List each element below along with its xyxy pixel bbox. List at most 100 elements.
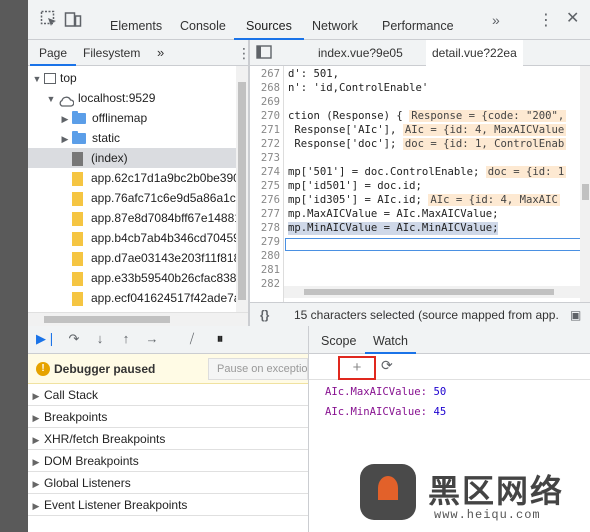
line-number[interactable]: 274 bbox=[250, 166, 280, 179]
watermark-text: 黑区网络 bbox=[428, 472, 565, 510]
deactivate-breakpoints-icon[interactable]: ⧸ bbox=[184, 331, 200, 347]
tab-elements[interactable]: Elements bbox=[98, 0, 174, 40]
step-into-icon[interactable]: ↓ bbox=[92, 331, 108, 347]
tree-item-script[interactable]: app.62c17d1a9bc2b0be390 bbox=[28, 168, 236, 188]
more-tabs-chevron-icon[interactable]: » bbox=[492, 12, 500, 28]
line-number[interactable]: 271 bbox=[250, 124, 280, 137]
line-number[interactable]: 280 bbox=[250, 250, 280, 263]
navigator-more-chevron-icon[interactable]: » bbox=[148, 40, 173, 66]
line-number[interactable]: 276 bbox=[250, 194, 280, 207]
tree-item-script[interactable]: app.e33b59540b26cfac8389 bbox=[28, 268, 236, 288]
section-global-listeners[interactable]: ▶ Global Listeners bbox=[28, 472, 308, 494]
tab-console[interactable]: Console bbox=[168, 0, 238, 40]
tree-item-label: app.87e8d7084bff67e14881 bbox=[91, 211, 236, 225]
tree-item-label: localhost:9529 bbox=[78, 91, 156, 105]
pause-on-exceptions-checkbox[interactable]: Pause on exceptions bbox=[208, 358, 308, 380]
tree-item-label: offlinemap bbox=[92, 111, 148, 125]
tree-item-static[interactable]: ▶ static bbox=[28, 128, 236, 148]
collapsed-arrow-icon: ▶ bbox=[32, 457, 40, 467]
line-number[interactable]: 282 bbox=[250, 278, 280, 291]
current-line-highlight bbox=[285, 238, 590, 251]
section-breakpoints[interactable]: ▶ Breakpoints bbox=[28, 406, 308, 428]
section-xhr-breakpoints[interactable]: ▶ XHR/fetch Breakpoints bbox=[28, 428, 308, 450]
scrollbar-thumb[interactable] bbox=[44, 316, 170, 323]
editor-vertical-scrollbar[interactable] bbox=[580, 66, 590, 302]
close-icon[interactable]: ✕ bbox=[566, 8, 579, 28]
inline-value: doc = {id: 1, ControlEnab bbox=[402, 138, 567, 150]
line-number[interactable]: 279 bbox=[250, 236, 280, 249]
tree-item-offlinemap[interactable]: ▶ offlinemap bbox=[28, 108, 236, 128]
device-toolbar-icon[interactable] bbox=[64, 10, 86, 30]
tree-item-index[interactable]: (index) bbox=[28, 148, 236, 168]
resume-icon[interactable]: ▶❘ bbox=[36, 331, 57, 347]
script-file-icon bbox=[72, 291, 83, 306]
scrollbar-thumb[interactable] bbox=[304, 289, 554, 295]
watermark-url: www.heiqu.com bbox=[434, 508, 541, 522]
watch-value: 45 bbox=[433, 406, 447, 418]
line-number[interactable]: 275 bbox=[250, 180, 280, 193]
tab-page[interactable]: Page bbox=[30, 40, 77, 66]
line-number[interactable]: 281 bbox=[250, 264, 280, 277]
collapsed-arrow-icon: ▶ bbox=[32, 391, 40, 401]
scrollbar-thumb[interactable] bbox=[238, 82, 246, 300]
line-number[interactable]: 278 bbox=[250, 222, 280, 235]
tree-item-script[interactable]: app.87e8d7084bff67e14881 bbox=[28, 208, 236, 228]
editor-horizontal-scrollbar[interactable] bbox=[284, 286, 580, 298]
tree-horizontal-scrollbar[interactable] bbox=[28, 312, 248, 326]
inspect-element-icon[interactable] bbox=[40, 10, 62, 30]
section-call-stack[interactable]: ▶ Call Stack bbox=[28, 384, 308, 406]
pause-on-exceptions-icon[interactable]: ⏸ bbox=[212, 331, 228, 347]
inline-value: Response = {code: "200", bbox=[409, 110, 567, 122]
tree-item-localhost[interactable]: ▼ localhost:9529 bbox=[28, 88, 236, 108]
line-number[interactable]: 277 bbox=[250, 208, 280, 221]
line-number-gutter[interactable]: 267 268 269 270 271 272 273 274 275 276 … bbox=[250, 66, 284, 302]
code-line: mp.MaxAICValue = AIc.MaxAICValue; bbox=[288, 208, 498, 221]
section-dom-breakpoints[interactable]: ▶ DOM Breakpoints bbox=[28, 450, 308, 472]
tree-vertical-scrollbar[interactable] bbox=[236, 66, 248, 312]
left-strip bbox=[0, 0, 28, 532]
line-number[interactable]: 270 bbox=[250, 110, 280, 123]
section-label: Event Listener Breakpoints bbox=[44, 498, 188, 512]
paused-label: Debugger paused bbox=[54, 362, 156, 376]
tab-network[interactable]: Network bbox=[300, 0, 370, 40]
add-watch-expression-button[interactable]: + bbox=[338, 356, 376, 380]
editor-tab-detail[interactable]: detail.vue?22ea bbox=[426, 40, 523, 66]
tree-item-script[interactable]: app.d7ae03143e203f11f818 bbox=[28, 248, 236, 268]
code-line-selected: mp.MinAICValue = AIc.MinAICValue; bbox=[288, 222, 499, 235]
code-editor[interactable]: 267 268 269 270 271 272 273 274 275 276 … bbox=[250, 66, 590, 302]
line-number[interactable]: 272 bbox=[250, 138, 280, 151]
watch-expression[interactable]: AIc.MaxAICValue: 50 bbox=[325, 386, 446, 398]
coverage-icon[interactable]: ▣ bbox=[570, 303, 581, 327]
pretty-print-button[interactable]: {} bbox=[260, 303, 269, 327]
line-number[interactable]: 267 bbox=[250, 68, 280, 81]
tab-filesystem[interactable]: Filesystem bbox=[74, 40, 149, 66]
tab-watch[interactable]: Watch bbox=[365, 326, 416, 354]
tree-item-label: app.b4cb7ab4b346cd70459 bbox=[91, 231, 236, 245]
tree-item-script[interactable]: app.76afc71c6e9d5a86a1cb bbox=[28, 188, 236, 208]
section-label: Breakpoints bbox=[44, 410, 108, 424]
line-number[interactable]: 268 bbox=[250, 82, 280, 95]
inline-value: AIc = {id: 4, MaxAIC bbox=[428, 194, 560, 206]
tab-sources[interactable]: Sources bbox=[234, 0, 304, 40]
editor-tab-index[interactable]: index.vue?9e05 bbox=[312, 40, 409, 66]
watch-expression[interactable]: AIc.MinAICValue: 45 bbox=[325, 406, 446, 418]
line-number[interactable]: 269 bbox=[250, 96, 280, 109]
section-event-listener-breakpoints[interactable]: ▶ Event Listener Breakpoints bbox=[28, 494, 308, 516]
inline-value: AIc = {id: 4, MaxAICValue bbox=[402, 124, 567, 136]
step-out-icon[interactable]: ↑ bbox=[118, 331, 134, 347]
step-over-icon[interactable]: ↷ bbox=[66, 331, 82, 347]
tab-scope[interactable]: Scope bbox=[313, 326, 364, 354]
section-label: XHR/fetch Breakpoints bbox=[44, 432, 166, 446]
tree-item-script[interactable]: app.b4cb7ab4b346cd70459 bbox=[28, 228, 236, 248]
scrollbar-thumb[interactable] bbox=[582, 184, 589, 200]
refresh-icon[interactable]: ⟳ bbox=[381, 357, 393, 374]
line-number[interactable]: 273 bbox=[250, 152, 280, 165]
step-icon[interactable]: → bbox=[144, 331, 160, 347]
code-text: mp.MaxAICValue = AIc.MaxAICValue; bbox=[288, 208, 499, 220]
tree-item-script[interactable]: app.ecf041624517f42ade7a bbox=[28, 288, 236, 308]
tree-item-label: (index) bbox=[91, 151, 128, 165]
toggle-navigator-icon[interactable] bbox=[256, 45, 272, 62]
tab-performance[interactable]: Performance bbox=[370, 0, 466, 40]
more-options-icon[interactable]: ⋮ bbox=[538, 10, 554, 30]
tree-item-top[interactable]: ▼ top bbox=[28, 68, 236, 88]
